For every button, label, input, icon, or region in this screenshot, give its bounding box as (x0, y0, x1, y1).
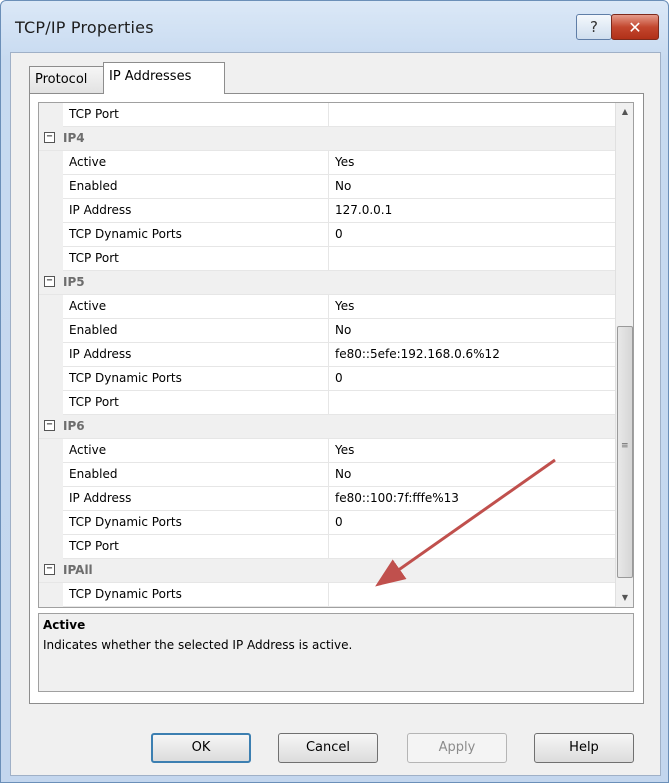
property-value[interactable]: 0 (335, 511, 343, 534)
property-name: Active (63, 151, 329, 174)
property-name: TCP Port (63, 535, 329, 558)
property-row[interactable]: Enabled No (39, 175, 615, 199)
property-row[interactable]: TCP Port 1433 (39, 607, 615, 608)
property-name: Active (63, 295, 329, 318)
collapse-icon[interactable]: − (44, 132, 55, 143)
property-name: TCP Port (63, 607, 329, 608)
property-row[interactable]: Active Yes (39, 439, 615, 463)
property-value[interactable]: fe80::5efe:192.168.0.6%12 (335, 343, 500, 366)
category-label: IP4 (63, 131, 85, 145)
property-name: IP Address (63, 487, 329, 510)
window-title: TCP/IP Properties (15, 18, 154, 37)
property-name: TCP Port (63, 391, 329, 414)
property-name: Enabled (63, 319, 329, 342)
property-row[interactable]: TCP Port (39, 103, 615, 127)
property-value[interactable]: No (335, 319, 351, 342)
tab-protocol[interactable]: Protocol (29, 66, 109, 93)
dialog-window: TCP/IP Properties ? ✕ Protocol IP Addres… (0, 0, 669, 783)
property-row[interactable]: TCP Dynamic Ports 0 (39, 511, 615, 535)
property-name: Enabled (63, 463, 329, 486)
property-row[interactable]: TCP Dynamic Ports 0 (39, 367, 615, 391)
property-row[interactable]: IP Address fe80::5efe:192.168.0.6%12 (39, 343, 615, 367)
tab-ip-addresses[interactable]: IP Addresses (103, 62, 225, 94)
property-row[interactable]: TCP Port (39, 535, 615, 559)
description-text: Indicates whether the selected IP Addres… (43, 638, 353, 652)
property-row[interactable]: TCP Dynamic Ports (39, 583, 615, 607)
property-row[interactable]: TCP Port (39, 247, 615, 271)
category-label: IP5 (63, 275, 85, 289)
ok-button[interactable]: OK (151, 733, 251, 763)
property-row[interactable]: Enabled No (39, 463, 615, 487)
property-name: TCP Dynamic Ports (63, 367, 329, 390)
property-value[interactable]: 0 (335, 223, 343, 246)
collapse-icon[interactable]: − (44, 276, 55, 287)
property-row[interactable]: Enabled No (39, 319, 615, 343)
property-value[interactable]: 1433 (335, 607, 366, 608)
category-label: IP6 (63, 419, 85, 433)
scroll-grip-icon: ≡ (621, 441, 629, 451)
property-row[interactable]: IP Address fe80::100:7f:fffe%13 (39, 487, 615, 511)
scroll-down-icon[interactable]: ▼ (616, 589, 633, 607)
property-name: TCP Dynamic Ports (63, 223, 329, 246)
property-value[interactable]: Yes (335, 439, 354, 462)
property-name: TCP Port (63, 247, 329, 270)
apply-button[interactable]: Apply (407, 733, 507, 763)
category-label: IPAll (63, 563, 93, 577)
collapse-icon[interactable]: − (44, 564, 55, 575)
category-row[interactable]: − IPAll (39, 559, 615, 583)
property-row[interactable]: Active Yes (39, 151, 615, 175)
property-row[interactable]: IP Address 127.0.0.1 (39, 199, 615, 223)
property-name: TCP Port (63, 103, 329, 126)
property-value[interactable]: 0 (335, 367, 343, 390)
property-name: TCP Dynamic Ports (63, 511, 329, 534)
scroll-up-icon[interactable]: ▲ (616, 103, 633, 121)
cancel-button[interactable]: Cancel (278, 733, 378, 763)
property-row[interactable]: TCP Dynamic Ports 0 (39, 223, 615, 247)
category-row[interactable]: − IP4 (39, 127, 615, 151)
title-bar[interactable]: TCP/IP Properties ? ✕ (1, 1, 668, 53)
property-row[interactable]: TCP Port (39, 391, 615, 415)
property-value[interactable]: Yes (335, 151, 354, 174)
property-value[interactable]: No (335, 175, 351, 198)
property-name: IP Address (63, 343, 329, 366)
help-button[interactable]: Help (534, 733, 634, 763)
property-grid-rows: TCP Port − IP4 Active Yes Enabled No IP Address… (39, 103, 615, 608)
property-name: Active (63, 439, 329, 462)
property-value[interactable]: fe80::100:7f:fffe%13 (335, 487, 459, 510)
category-row[interactable]: − IP6 (39, 415, 615, 439)
description-title: Active (43, 618, 86, 632)
property-grid: TCP Port − IP4 Active Yes Enabled No IP Address… (38, 102, 634, 608)
dialog-client: Protocol IP Addresses TCP Port − IP4 Active… (10, 52, 661, 776)
description-pane: Active Indicates whether the selected IP… (38, 613, 634, 692)
property-value[interactable]: 127.0.0.1 (335, 199, 392, 222)
help-icon[interactable]: ? (576, 14, 612, 40)
vertical-scrollbar[interactable]: ▲ ≡ ▼ (615, 103, 633, 607)
scroll-thumb[interactable]: ≡ (617, 326, 633, 578)
property-name: Enabled (63, 175, 329, 198)
category-row[interactable]: − IP5 (39, 271, 615, 295)
property-name: TCP Dynamic Ports (63, 583, 329, 606)
property-value[interactable]: Yes (335, 295, 354, 318)
collapse-icon[interactable]: − (44, 420, 55, 431)
tab-panel-ip-addresses: TCP Port − IP4 Active Yes Enabled No IP Address… (29, 93, 644, 704)
property-name: IP Address (63, 199, 329, 222)
property-row[interactable]: Active Yes (39, 295, 615, 319)
property-value[interactable]: No (335, 463, 351, 486)
close-icon[interactable]: ✕ (611, 14, 659, 40)
